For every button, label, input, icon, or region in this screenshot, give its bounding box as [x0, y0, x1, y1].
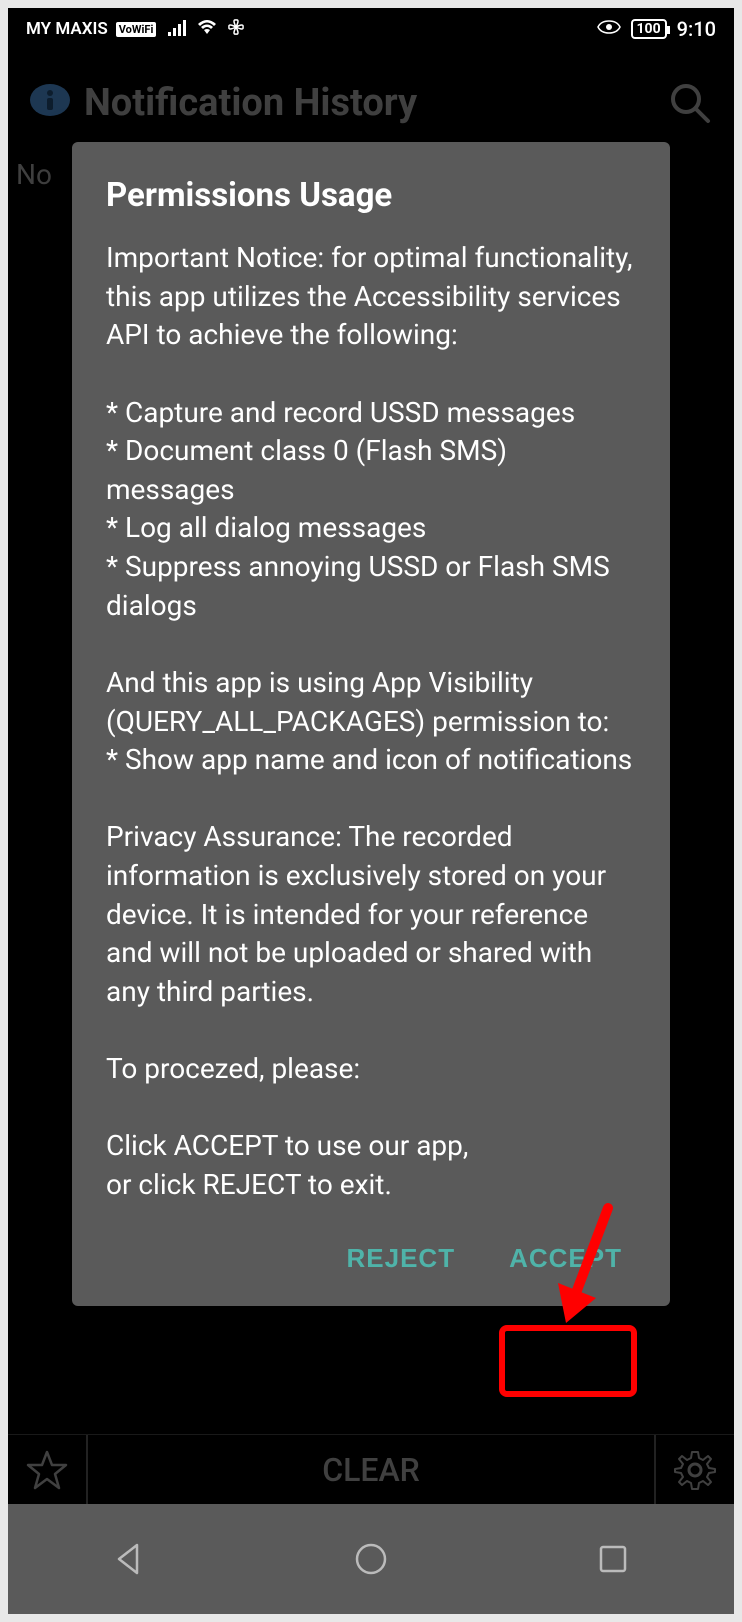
- status-icons-left: [168, 17, 246, 42]
- status-bar: MY MAXIS VoWiFi 100 9:10: [8, 8, 734, 50]
- dialog-title: Permissions Usage: [106, 176, 636, 215]
- system-nav-bar: [8, 1504, 734, 1614]
- status-left: MY MAXIS VoWiFi: [26, 17, 246, 42]
- wifi-icon: [196, 18, 218, 41]
- nav-back-button[interactable]: [105, 1535, 153, 1583]
- permissions-dialog: Permissions Usage Important Notice: for …: [72, 142, 670, 1306]
- dialog-actions: REJECT ACCEPT: [106, 1233, 636, 1284]
- accept-button[interactable]: ACCEPT: [501, 1233, 630, 1284]
- nav-home-button[interactable]: [347, 1535, 395, 1583]
- dialog-body: Important Notice: for optimal functional…: [106, 239, 636, 1205]
- carrier-label: MY MAXIS: [26, 19, 108, 39]
- battery-indicator: 100: [631, 19, 667, 39]
- eye-icon: [597, 19, 621, 40]
- clock: 9:10: [677, 17, 716, 41]
- fan-icon: [226, 17, 246, 42]
- status-right: 100 9:10: [597, 17, 716, 41]
- nav-recent-button[interactable]: [589, 1535, 637, 1583]
- reject-button[interactable]: REJECT: [339, 1233, 464, 1284]
- signal-icon: [168, 18, 188, 41]
- vowifi-badge: VoWiFi: [116, 22, 157, 37]
